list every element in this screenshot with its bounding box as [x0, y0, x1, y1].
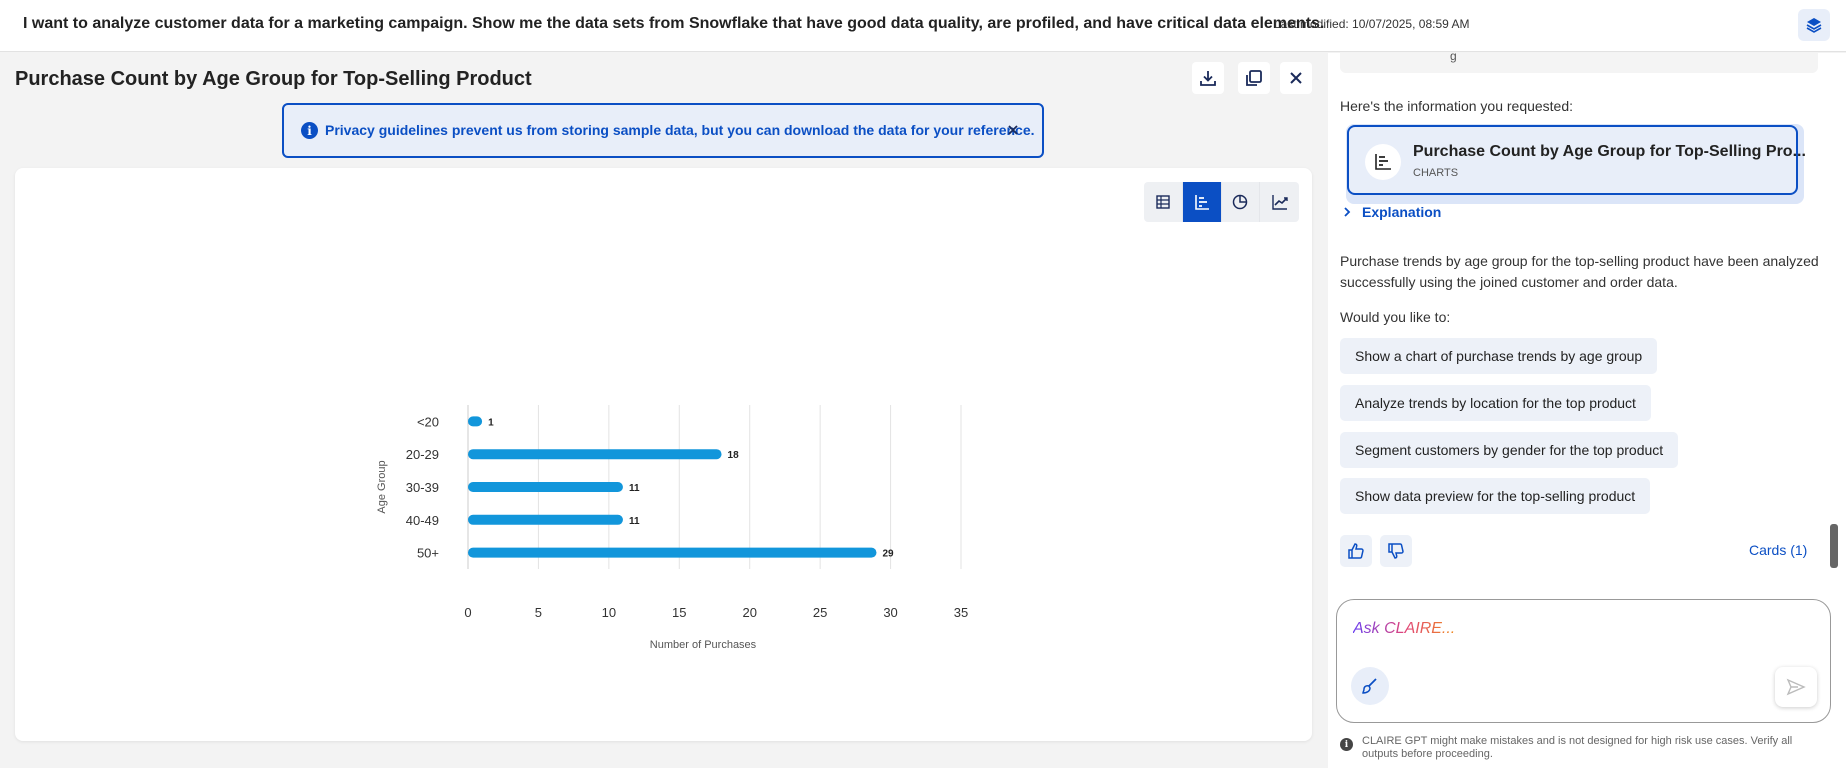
brush-icon — [1362, 678, 1377, 694]
chart-card-icon-wrap — [1365, 144, 1401, 180]
cards-link[interactable]: Cards (1) — [1749, 542, 1807, 558]
x-tick-label: 25 — [813, 605, 827, 620]
bar — [468, 482, 623, 492]
previous-card: g — [1340, 49, 1818, 73]
previous-card-text: g — [1450, 49, 1457, 63]
banner-close-icon[interactable] — [1004, 121, 1022, 139]
result-card-title: Purchase Count by Age Group for Top-Sell… — [1413, 143, 1806, 160]
suggestion-chip[interactable]: Show data preview for the top-selling pr… — [1340, 478, 1651, 514]
disclaimer-text: CLAIRE GPT might make mistakes and is no… — [1362, 735, 1793, 760]
close-icon — [1290, 72, 1302, 84]
y-tick-label: 20-29 — [406, 447, 439, 462]
explanation-label: Explanation — [1362, 204, 1442, 220]
x-tick-label: 0 — [464, 605, 471, 620]
chart-panel: Purchase Count by Age Group for Top-Sell… — [0, 53, 1328, 768]
suggestion-chip[interactable]: Show a chart of purchase trends by age g… — [1340, 338, 1658, 374]
last-modified: Last modified: 10/07/2025, 08:59 AM — [1274, 17, 1470, 31]
data-label: 29 — [882, 549, 894, 560]
thumbs-down-button[interactable] — [1380, 535, 1412, 567]
send-button[interactable] — [1775, 667, 1817, 707]
data-label: 11 — [629, 483, 640, 494]
x-tick-label: 5 — [535, 605, 542, 620]
chevron-right-icon — [1344, 207, 1351, 217]
summary-text: Purchase trends by age group for the top… — [1340, 253, 1819, 290]
bar — [468, 449, 722, 460]
bar — [468, 547, 877, 558]
privacy-banner: i Privacy guidelines prevent us from sto… — [282, 103, 1044, 158]
y-axis-label: Age Group — [376, 460, 388, 513]
suggestion-chip[interactable]: Segment customers by gender for the top … — [1340, 432, 1679, 468]
info-requested-text: Here's the information you requested: — [1340, 98, 1574, 114]
x-tick-label: 10 — [602, 605, 616, 620]
assistant-panel: g Here's the information you requested: … — [1328, 49, 1846, 768]
info-icon: i — [301, 122, 318, 139]
x-axis-label: Number of Purchases — [650, 639, 757, 651]
privacy-banner-text: Privacy guidelines prevent us from stori… — [325, 122, 1035, 138]
send-icon — [1786, 678, 1806, 696]
ask-claire-box[interactable]: Ask CLAIRE... — [1336, 599, 1831, 723]
bar-chart-icon — [1375, 154, 1391, 170]
thumbs-up-icon — [1348, 543, 1364, 559]
bar — [468, 514, 623, 525]
copy-button[interactable] — [1238, 62, 1270, 94]
x-tick-label: 30 — [883, 605, 897, 620]
data-label: 18 — [728, 450, 740, 461]
chart-panel-title: Purchase Count by Age Group for Top-Sell… — [15, 68, 532, 90]
ask-input-placeholder[interactable]: Ask CLAIRE... — [1353, 620, 1455, 638]
data-label: 1 — [488, 417, 494, 428]
data-label: 11 — [629, 516, 640, 527]
result-card-subtitle: CHARTS — [1413, 167, 1459, 179]
info-icon: i — [1340, 738, 1353, 751]
x-tick-label: 20 — [742, 605, 756, 620]
y-tick-label: <20 — [417, 414, 439, 429]
result-card[interactable]: Purchase Count by Age Group for Top-Sell… — [1347, 125, 1806, 195]
suggestion-chip[interactable]: Analyze trends by location for the top p… — [1340, 385, 1651, 421]
thumbs-down-icon — [1388, 543, 1404, 559]
close-panel-button[interactable] — [1280, 62, 1312, 94]
y-tick-label: 40-49 — [406, 513, 439, 528]
x-tick-label: 15 — [672, 605, 686, 620]
copy-icon — [1246, 70, 1262, 86]
layers-icon — [1806, 18, 1822, 33]
thumbs-up-button[interactable] — [1340, 535, 1372, 567]
conversation-prompt: I want to analyze customer data for a ma… — [23, 15, 1325, 32]
bar-chart: 0 5 10 15 20 25 30 35 <20 1 20-29 18 30-39 11 40-49 11 5… — [376, 405, 968, 651]
x-tick-label: 35 — [954, 605, 968, 620]
y-tick-label: 50+ — [417, 546, 439, 561]
download-icon — [1200, 71, 1216, 86]
explanation-toggle[interactable]: Explanation — [1342, 204, 1441, 220]
download-button[interactable] — [1192, 62, 1224, 94]
bar — [468, 416, 483, 427]
top-bar: I want to analyze customer data for a ma… — [0, 0, 1846, 52]
layers-button[interactable] — [1798, 9, 1830, 41]
chart-card: 0 5 10 15 20 25 30 35 <20 1 20-29 18 30-39 11 40-49 11 5… — [15, 168, 1312, 741]
would-you-like-text: Would you like to: — [1340, 309, 1451, 325]
y-tick-label: 30-39 — [406, 480, 439, 495]
clear-button[interactable] — [1351, 667, 1389, 705]
scrollbar-thumb[interactable] — [1830, 524, 1838, 568]
